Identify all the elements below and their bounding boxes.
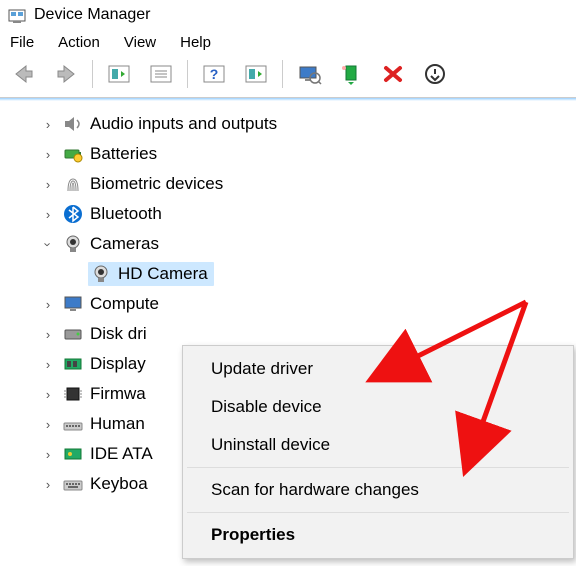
tree-node-bluetooth[interactable]: › Bluetooth [40, 199, 576, 229]
window-titlebar: Device Manager [0, 0, 576, 30]
tree-node-biometric[interactable]: › Biometric devices [40, 169, 576, 199]
properties-button[interactable] [143, 57, 179, 91]
help-button[interactable]: ? [196, 57, 232, 91]
chip-icon [62, 383, 84, 405]
tree-label: Disk dri [90, 324, 147, 344]
window-title: Device Manager [34, 6, 151, 24]
tree-label: Audio inputs and outputs [90, 114, 277, 134]
toolbar-separator [187, 60, 188, 88]
expander-icon[interactable]: › [40, 357, 56, 372]
camera-icon [62, 233, 84, 255]
menu-file[interactable]: File [10, 34, 34, 51]
svg-text:?: ? [210, 66, 219, 82]
monitor-icon [62, 293, 84, 315]
camera-icon [90, 263, 112, 285]
hid-icon [62, 413, 84, 435]
expander-icon[interactable]: › [40, 327, 56, 342]
ide-icon [62, 443, 84, 465]
menu-action[interactable]: Action [58, 34, 100, 51]
gpu-icon [62, 353, 84, 375]
remove-button[interactable] [375, 57, 411, 91]
menu-update-driver[interactable]: Update driver [183, 350, 573, 388]
expander-icon[interactable]: › [40, 117, 56, 132]
toolbar-separator [282, 60, 283, 88]
tree-label: Human [90, 414, 145, 434]
tree-label: Biometric devices [90, 174, 223, 194]
forward-button[interactable] [48, 57, 84, 91]
expander-icon[interactable]: › [40, 387, 56, 402]
expander-icon[interactable]: › [40, 297, 56, 312]
tree-node-batteries[interactable]: › Batteries [40, 139, 576, 169]
expander-icon[interactable]: › [40, 177, 56, 192]
expander-icon[interactable]: › [40, 207, 56, 222]
monitor-button[interactable] [291, 57, 327, 91]
selected-item[interactable]: HD Camera [88, 262, 214, 286]
menu-divider [187, 467, 569, 468]
expander-icon[interactable]: › [40, 147, 56, 162]
scan-button[interactable] [238, 57, 274, 91]
menu-scan-hardware[interactable]: Scan for hardware changes [183, 471, 573, 509]
tree-label: Cameras [90, 234, 159, 254]
toolbar-separator [92, 60, 93, 88]
bluetooth-icon [62, 203, 84, 225]
show-hidden-button[interactable] [101, 57, 137, 91]
tree-node-hd-camera[interactable]: HD Camera [66, 259, 576, 289]
fingerprint-icon [62, 173, 84, 195]
menu-disable-device[interactable]: Disable device [183, 388, 573, 426]
menu-help[interactable]: Help [180, 34, 211, 51]
menu-uninstall-device[interactable]: Uninstall device [183, 426, 573, 464]
tree-label: IDE ATA [90, 444, 153, 464]
app-icon [8, 6, 26, 24]
expander-icon[interactable]: › [40, 447, 56, 462]
tree-label: Batteries [90, 144, 157, 164]
keyboard-icon [62, 473, 84, 495]
menu-view[interactable]: View [124, 34, 156, 51]
tree-label: Display [90, 354, 146, 374]
enable-button[interactable] [417, 57, 453, 91]
expander-icon[interactable]: › [40, 417, 56, 432]
speaker-icon [62, 113, 84, 135]
menubar: File Action View Help [0, 30, 576, 55]
tree-label: HD Camera [118, 264, 208, 284]
tree-label: Compute [90, 294, 159, 314]
tree-node-cameras[interactable]: › Cameras [40, 229, 576, 259]
disk-icon [62, 323, 84, 345]
menu-properties[interactable]: Properties [183, 516, 573, 554]
tree-label: Bluetooth [90, 204, 162, 224]
back-button[interactable] [6, 57, 42, 91]
tree-label: Keyboa [90, 474, 148, 494]
tree-label: Firmwa [90, 384, 146, 404]
tree-node-compute[interactable]: › Compute [40, 289, 576, 319]
context-menu: Update driver Disable device Uninstall d… [182, 345, 574, 559]
update-button[interactable] [333, 57, 369, 91]
tree-node-audio[interactable]: › Audio inputs and outputs [40, 109, 576, 139]
toolbar: ? [0, 55, 576, 98]
battery-icon [62, 143, 84, 165]
expander-icon[interactable]: › [41, 236, 56, 252]
menu-divider [187, 512, 569, 513]
expander-icon[interactable]: › [40, 477, 56, 492]
